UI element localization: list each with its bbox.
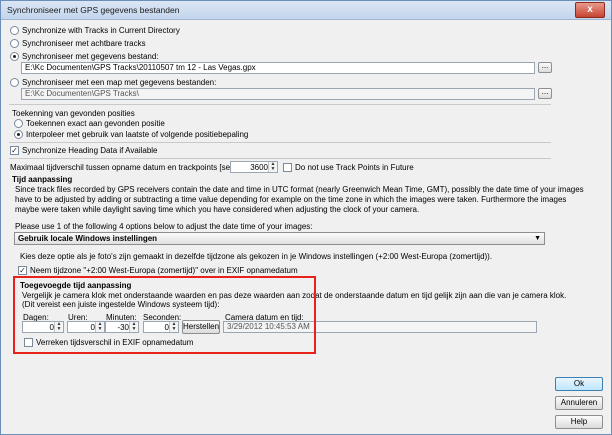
map-path-field[interactable]: E:\Kc Documenten\GPS Tracks\ bbox=[21, 88, 535, 100]
radio-sync-achtbare[interactable] bbox=[10, 39, 19, 48]
ok-button[interactable]: Ok bbox=[555, 377, 603, 391]
radio-sync-directory[interactable] bbox=[10, 26, 19, 35]
spin-arrows-icon[interactable]: ▲ ▼ bbox=[268, 162, 277, 172]
close-button[interactable]: x bbox=[575, 2, 605, 18]
radio-sync-bestand-label: Synchroniseer met gegevens bestand: bbox=[22, 52, 159, 61]
windows-option-info: Kies deze optie als je foto's zijn gemaa… bbox=[20, 252, 493, 261]
max-tijd-label: Maximaal tijdverschil tussen opname datu… bbox=[10, 163, 261, 172]
map-browse-button[interactable]: ... bbox=[538, 88, 552, 99]
radio-sync-bestand[interactable] bbox=[10, 52, 19, 61]
neem-tijdzone-checkbox[interactable]: ✓ bbox=[18, 266, 27, 275]
tijd-description-line: have to be adjusted by adding or subtrac… bbox=[15, 195, 567, 204]
tijd-description-line: maybe were taken while daylight saving t… bbox=[15, 205, 420, 214]
sync-dialog: Synchroniseer met GPS gegevens bestanden… bbox=[0, 0, 612, 435]
window-title: Synchroniseer met GPS gegevens bestanden bbox=[7, 5, 180, 15]
radio-interpoleer[interactable] bbox=[14, 130, 23, 139]
max-tijd-value: 3600 bbox=[250, 163, 268, 172]
title-bar: Synchroniseer met GPS gegevens bestanden… bbox=[1, 1, 611, 20]
tijd-description-line: Since track files recorded by GPS receiv… bbox=[15, 185, 584, 194]
no-track-future-label: Do not use Track Points in Future bbox=[295, 163, 414, 172]
no-track-future-checkbox[interactable] bbox=[283, 163, 292, 172]
radio-interpoleer-label: Interpoleer met gebruik van laatste of v… bbox=[26, 130, 249, 139]
highlight-box bbox=[13, 276, 316, 354]
heading-data-checkbox[interactable]: ✓ bbox=[10, 146, 19, 155]
radio-sync-achtbare-label: Synchroniseer met achtbare tracks bbox=[22, 39, 146, 48]
radio-sync-map[interactable] bbox=[10, 78, 19, 87]
radio-sync-directory-label: Synchronize with Tracks in Current Direc… bbox=[22, 26, 180, 35]
max-tijd-spinner[interactable]: 3600 ▲ ▼ bbox=[230, 161, 278, 173]
toekenning-heading: Toekenning van gevonden posities bbox=[12, 109, 135, 118]
separator bbox=[9, 158, 551, 159]
separator bbox=[9, 104, 551, 105]
help-button[interactable]: Help bbox=[555, 415, 603, 429]
bestand-browse-button[interactable]: ... bbox=[538, 62, 552, 73]
bestand-path-field[interactable]: E:\Kc Documenten\GPS Tracks\20110507 tm … bbox=[21, 62, 535, 74]
timezone-option-dropdown[interactable]: Gebruik locale Windows instellingen ▼ bbox=[14, 232, 545, 245]
tijd-aanpassing-heading: Tijd aanpassing bbox=[12, 175, 73, 184]
radio-toekennen-exact[interactable] bbox=[14, 119, 23, 128]
neem-tijdzone-label: Neem tijdzone "+2:00 West-Europa (zomert… bbox=[30, 266, 298, 275]
annuleren-button[interactable]: Annuleren bbox=[555, 396, 603, 410]
radio-toekennen-exact-label: Toekennen exact aan gevonden positie bbox=[26, 119, 165, 128]
options-prompt: Please use 1 of the following 4 options … bbox=[15, 222, 313, 231]
radio-sync-map-label: Synchroniseer met een map met gegevens b… bbox=[22, 78, 217, 87]
separator bbox=[9, 142, 551, 143]
heading-data-label: Synchronize Heading Data if Available bbox=[22, 146, 158, 155]
dropdown-value: Gebruik locale Windows instellingen bbox=[18, 234, 158, 243]
dropdown-arrow-icon[interactable]: ▼ bbox=[534, 233, 541, 244]
